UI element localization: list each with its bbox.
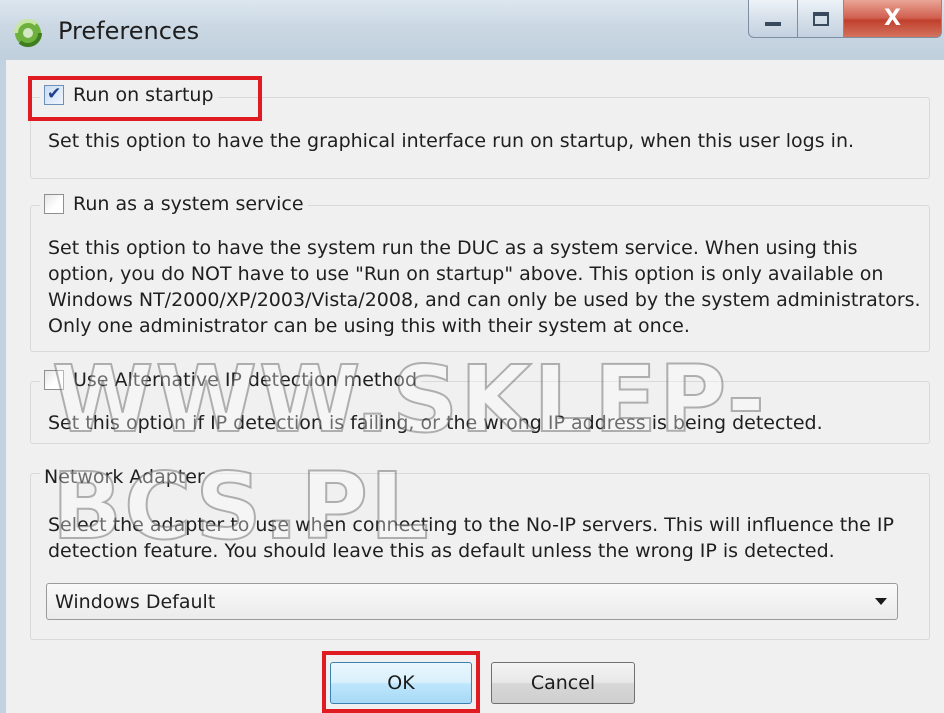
- close-icon: X: [884, 6, 901, 31]
- run-on-startup-description: Set this option to have the graphical in…: [48, 130, 855, 152]
- system-service-checkbox[interactable]: [44, 194, 64, 214]
- no-ip-app-icon: [13, 18, 43, 48]
- highlight-run-on-startup: [28, 76, 262, 121]
- alt-ip-option[interactable]: Use Alternative IP detection method: [40, 369, 422, 391]
- dropdown-arrow-icon: [875, 598, 887, 605]
- minimize-button[interactable]: [748, 0, 798, 38]
- system-service-option[interactable]: Run as a system service: [40, 193, 308, 215]
- window-title: Preferences: [58, 17, 200, 45]
- minimize-icon: [765, 21, 781, 26]
- system-service-label: Run as a system service: [73, 193, 304, 215]
- alt-ip-description: Set this option if IP detection is faili…: [48, 412, 823, 434]
- network-adapter-select[interactable]: Windows Default: [46, 583, 898, 620]
- close-button[interactable]: X: [844, 0, 942, 38]
- network-adapter-legend: Network Adapter: [40, 466, 209, 488]
- maximize-button[interactable]: [798, 0, 844, 38]
- alt-ip-label: Use Alternative IP detection method: [73, 369, 418, 391]
- window-controls: X: [748, 0, 942, 38]
- cancel-button[interactable]: Cancel: [491, 662, 635, 704]
- network-adapter-selected-value: Windows Default: [55, 590, 216, 613]
- title-bar: Preferences X: [0, 0, 944, 60]
- maximize-icon: [812, 11, 829, 26]
- network-adapter-description: Select the adapter to use when connectin…: [48, 514, 894, 562]
- system-service-description: Set this option to have the system run t…: [48, 237, 921, 337]
- alt-ip-checkbox[interactable]: [44, 370, 64, 390]
- network-adapter-label: Network Adapter: [44, 466, 205, 488]
- highlight-ok-button: [322, 651, 480, 713]
